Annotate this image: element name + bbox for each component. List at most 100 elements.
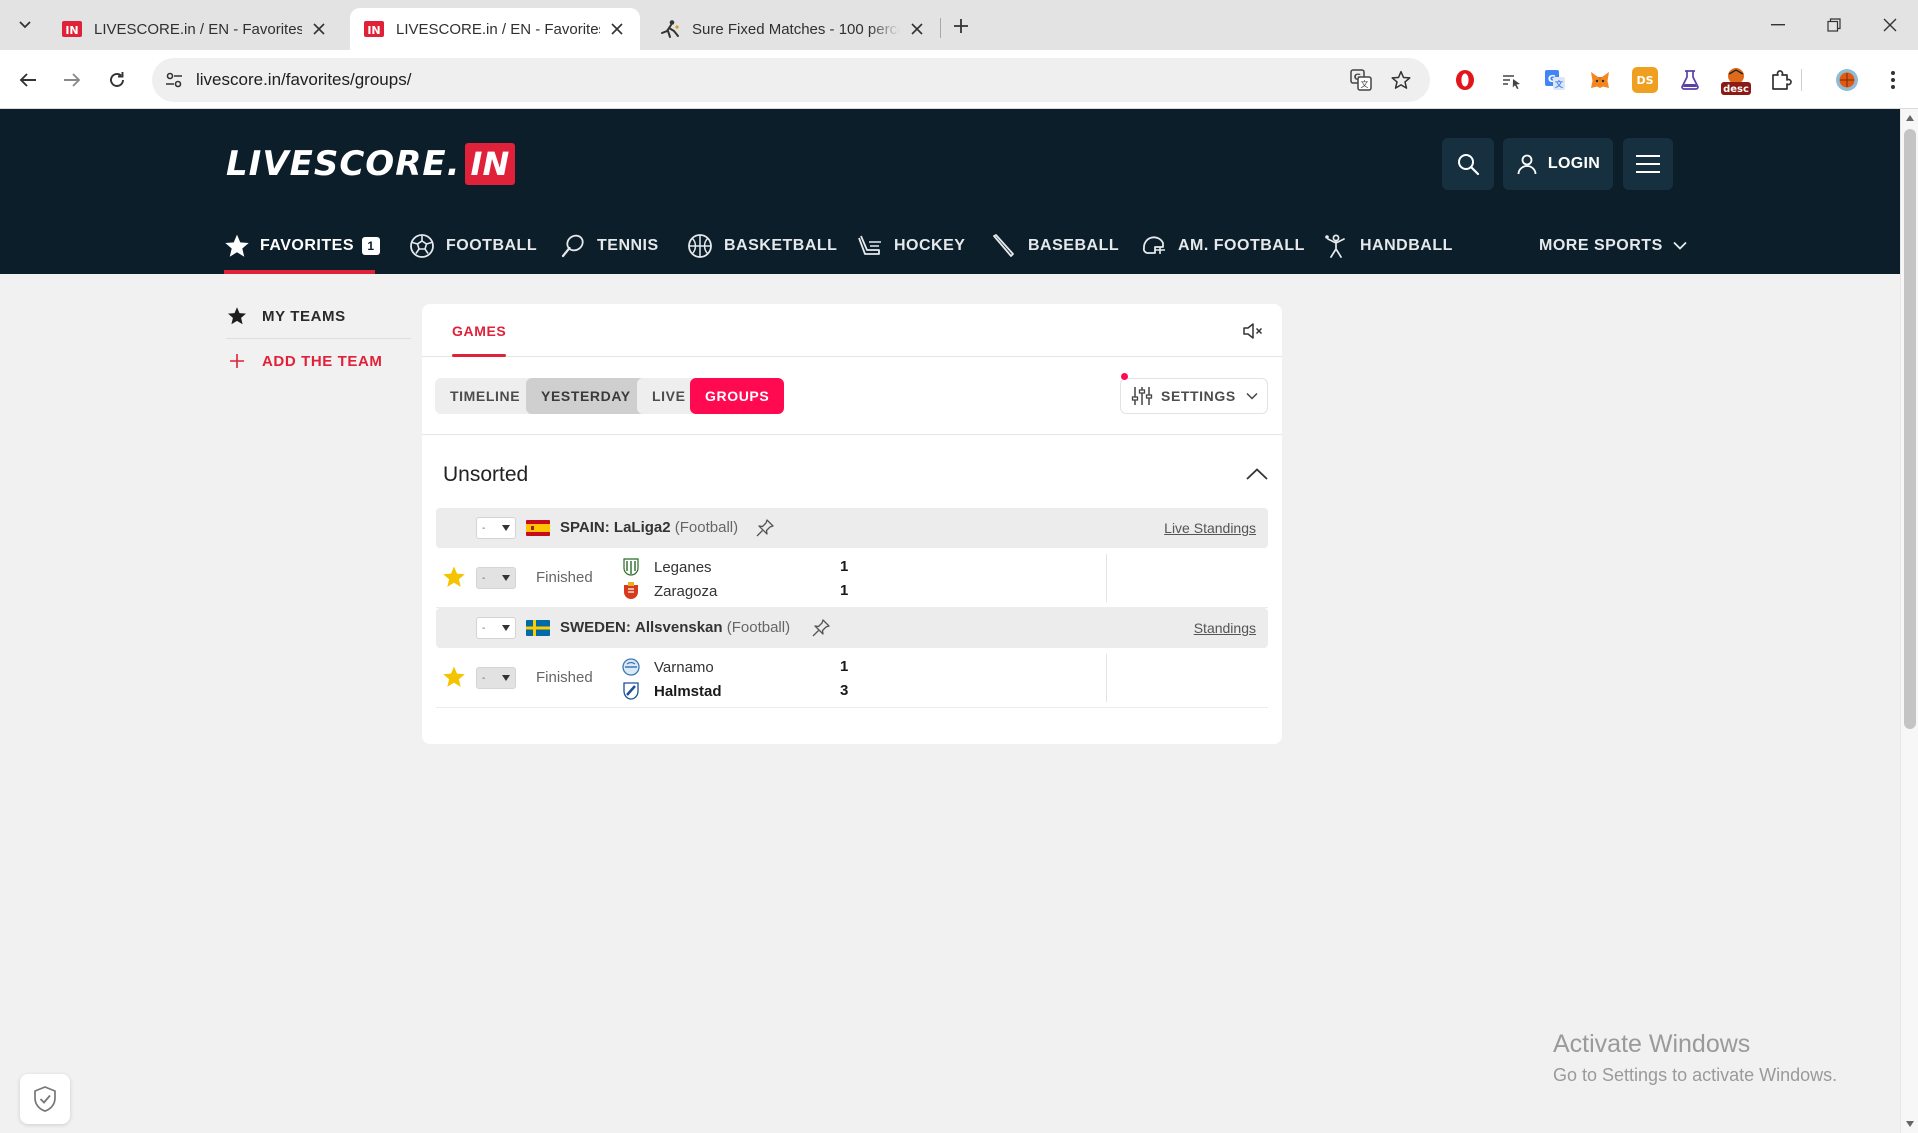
chevron-up-icon[interactable] — [1244, 463, 1270, 485]
search-button[interactable] — [1442, 138, 1494, 190]
group-select-dropdown[interactable]: - — [476, 617, 516, 639]
away-team: Halmstad — [622, 680, 722, 702]
kebab-menu-icon — [1891, 71, 1895, 89]
zaragoza-crest-icon — [622, 582, 640, 600]
restore-button[interactable] — [1806, 0, 1862, 50]
nav-baseball[interactable]: BASEBALL — [990, 217, 1119, 274]
plus-icon — [226, 350, 248, 372]
favorites-sidebar: MY TEAMS ADD THE TEAM — [226, 294, 411, 383]
league-name[interactable]: SWEDEN: Allsvenskan (Football) — [560, 619, 790, 636]
minimize-button[interactable] — [1750, 0, 1806, 50]
match-status: Finished — [536, 569, 593, 586]
browser-tab-1[interactable]: IN LIVESCORE.in / EN - Favorites — [48, 8, 342, 50]
settings-notification-dot — [1121, 373, 1128, 380]
nav-football[interactable]: FOOTBALL — [408, 217, 537, 274]
nav-basketball[interactable]: BASKETBALL — [686, 217, 837, 274]
tab-close-icon[interactable] — [310, 20, 328, 38]
profile-avatar[interactable] — [1834, 67, 1860, 93]
scroll-up-arrow-icon[interactable] — [1906, 115, 1914, 121]
address-bar[interactable]: livescore.in/favorites/groups/ G文 — [152, 58, 1430, 102]
ds-icon[interactable]: DS — [1632, 67, 1658, 93]
scroll-down-arrow-icon[interactable] — [1906, 1121, 1914, 1127]
nav-hockey[interactable]: HOCKEY — [856, 217, 965, 274]
reload-button[interactable] — [102, 65, 132, 95]
group-header: Unsorted — [422, 435, 1282, 507]
arrow-right-icon — [64, 73, 81, 87]
site-info-icon[interactable] — [164, 70, 184, 90]
dropdown-value: - — [482, 672, 486, 684]
league-header[interactable]: - SWEDEN: Allsvenskan (Football) Standin… — [436, 608, 1268, 648]
scrollbar-thumb[interactable] — [1904, 129, 1916, 729]
login-label: LOGIN — [1547, 155, 1601, 172]
settings-label: SETTINGS — [1161, 388, 1236, 404]
tab-games[interactable]: GAMES — [452, 304, 507, 357]
settings-dropdown[interactable]: SETTINGS — [1120, 373, 1268, 414]
login-button[interactable]: LOGIN — [1503, 138, 1613, 190]
star-filled-icon[interactable] — [442, 665, 466, 689]
metamask-fox-icon[interactable] — [1587, 67, 1613, 93]
standings-link[interactable]: Live Standings — [1164, 520, 1256, 536]
forward-button[interactable] — [57, 65, 87, 95]
tab-close-icon[interactable] — [908, 20, 926, 38]
page-scrollbar[interactable] — [1900, 109, 1918, 1133]
match-row[interactable]: - Finished Leganes Zaragoza 1 1 — [436, 548, 1268, 608]
pin-icon[interactable] — [754, 517, 776, 539]
league-name[interactable]: SPAIN: LaLiga2 (Football) — [560, 519, 738, 536]
home-score: 1 — [840, 658, 849, 675]
back-button[interactable] — [13, 65, 43, 95]
nav-label: AM. FOOTBALL — [1178, 236, 1305, 254]
team-name: Zaragoza — [654, 582, 718, 600]
desc-icon[interactable]: desc — [1720, 66, 1752, 96]
league-header[interactable]: - SPAIN: LaLiga2 (Football) Live Standin… — [436, 508, 1268, 548]
translate-icon[interactable]: G文 — [1350, 69, 1372, 91]
opera-icon[interactable] — [1452, 67, 1478, 93]
lab-icon[interactable] — [1677, 67, 1703, 93]
browser-menu-button[interactable] — [1880, 67, 1906, 93]
nav-am-football[interactable]: AM. FOOTBALL — [1140, 217, 1305, 274]
nav-favorites[interactable]: FAVORITES 1 — [224, 217, 380, 274]
hockey-icon — [856, 232, 884, 260]
hamburger-menu-button[interactable] — [1623, 138, 1673, 190]
league-country: SPAIN: — [560, 519, 610, 536]
varnamo-crest-icon — [622, 658, 640, 676]
star-filled-icon[interactable] — [442, 565, 466, 589]
svg-text:desc: desc — [1723, 84, 1749, 95]
nav-handball[interactable]: HANDBALL — [1322, 217, 1453, 274]
sidebar-add-team[interactable]: ADD THE TEAM — [226, 339, 411, 383]
nav-label: FAVORITES — [260, 236, 354, 254]
bookmark-star-icon[interactable] — [1390, 69, 1412, 91]
privacy-settings-button[interactable] — [20, 1074, 70, 1124]
tab-close-icon[interactable] — [608, 20, 626, 38]
nav-more-sports[interactable]: MORE SPORTS — [1539, 217, 1687, 274]
team-name: Varnamo — [654, 658, 714, 676]
translate-ext-icon[interactable]: G文 — [1542, 67, 1568, 93]
panel-tabs: GAMES — [422, 304, 1282, 357]
chevron-down-icon — [1673, 241, 1687, 250]
close-window-button[interactable] — [1862, 0, 1918, 50]
page-body: MY TEAMS ADD THE TEAM GAMES TIMELINE YES… — [0, 274, 1900, 1133]
filter-bar: TIMELINE YESTERDAY LIVE GROUPS SETTINGS — [422, 357, 1282, 435]
home-score: 1 — [840, 558, 849, 575]
pin-icon[interactable] — [810, 617, 832, 639]
new-tab-button[interactable] — [948, 13, 974, 39]
hamburger-icon — [1636, 155, 1660, 173]
filter-yesterday[interactable]: YESTERDAY — [526, 378, 646, 414]
browser-tab-3[interactable]: Sure Fixed Matches - 100 perce — [646, 8, 940, 50]
group-select-dropdown[interactable]: - — [476, 667, 516, 689]
caret-down-icon — [502, 625, 510, 631]
tab-search-button[interactable] — [12, 12, 38, 38]
standings-link[interactable]: Standings — [1194, 620, 1256, 636]
group-select-dropdown[interactable]: - — [476, 567, 516, 589]
puzzle-icon[interactable] — [1768, 67, 1794, 93]
site-logo[interactable]: LIVESCORE. IN — [226, 143, 516, 185]
nav-tennis[interactable]: TENNIS — [559, 217, 659, 274]
sidebar-my-teams[interactable]: MY TEAMS — [226, 294, 411, 338]
group-select-dropdown[interactable]: - — [476, 517, 516, 539]
browser-tab-2[interactable]: IN LIVESCORE.in / EN - Favorites — [350, 8, 640, 50]
filter-timeline[interactable]: TIMELINE — [435, 378, 536, 414]
reader-icon[interactable] — [1498, 67, 1524, 93]
sound-muted-icon[interactable] — [1242, 320, 1264, 342]
filter-groups[interactable]: GROUPS — [690, 378, 785, 414]
match-row[interactable]: - Finished Varnamo Halmstad 1 3 — [436, 648, 1268, 708]
url-text[interactable]: livescore.in/favorites/groups/ — [196, 70, 411, 90]
